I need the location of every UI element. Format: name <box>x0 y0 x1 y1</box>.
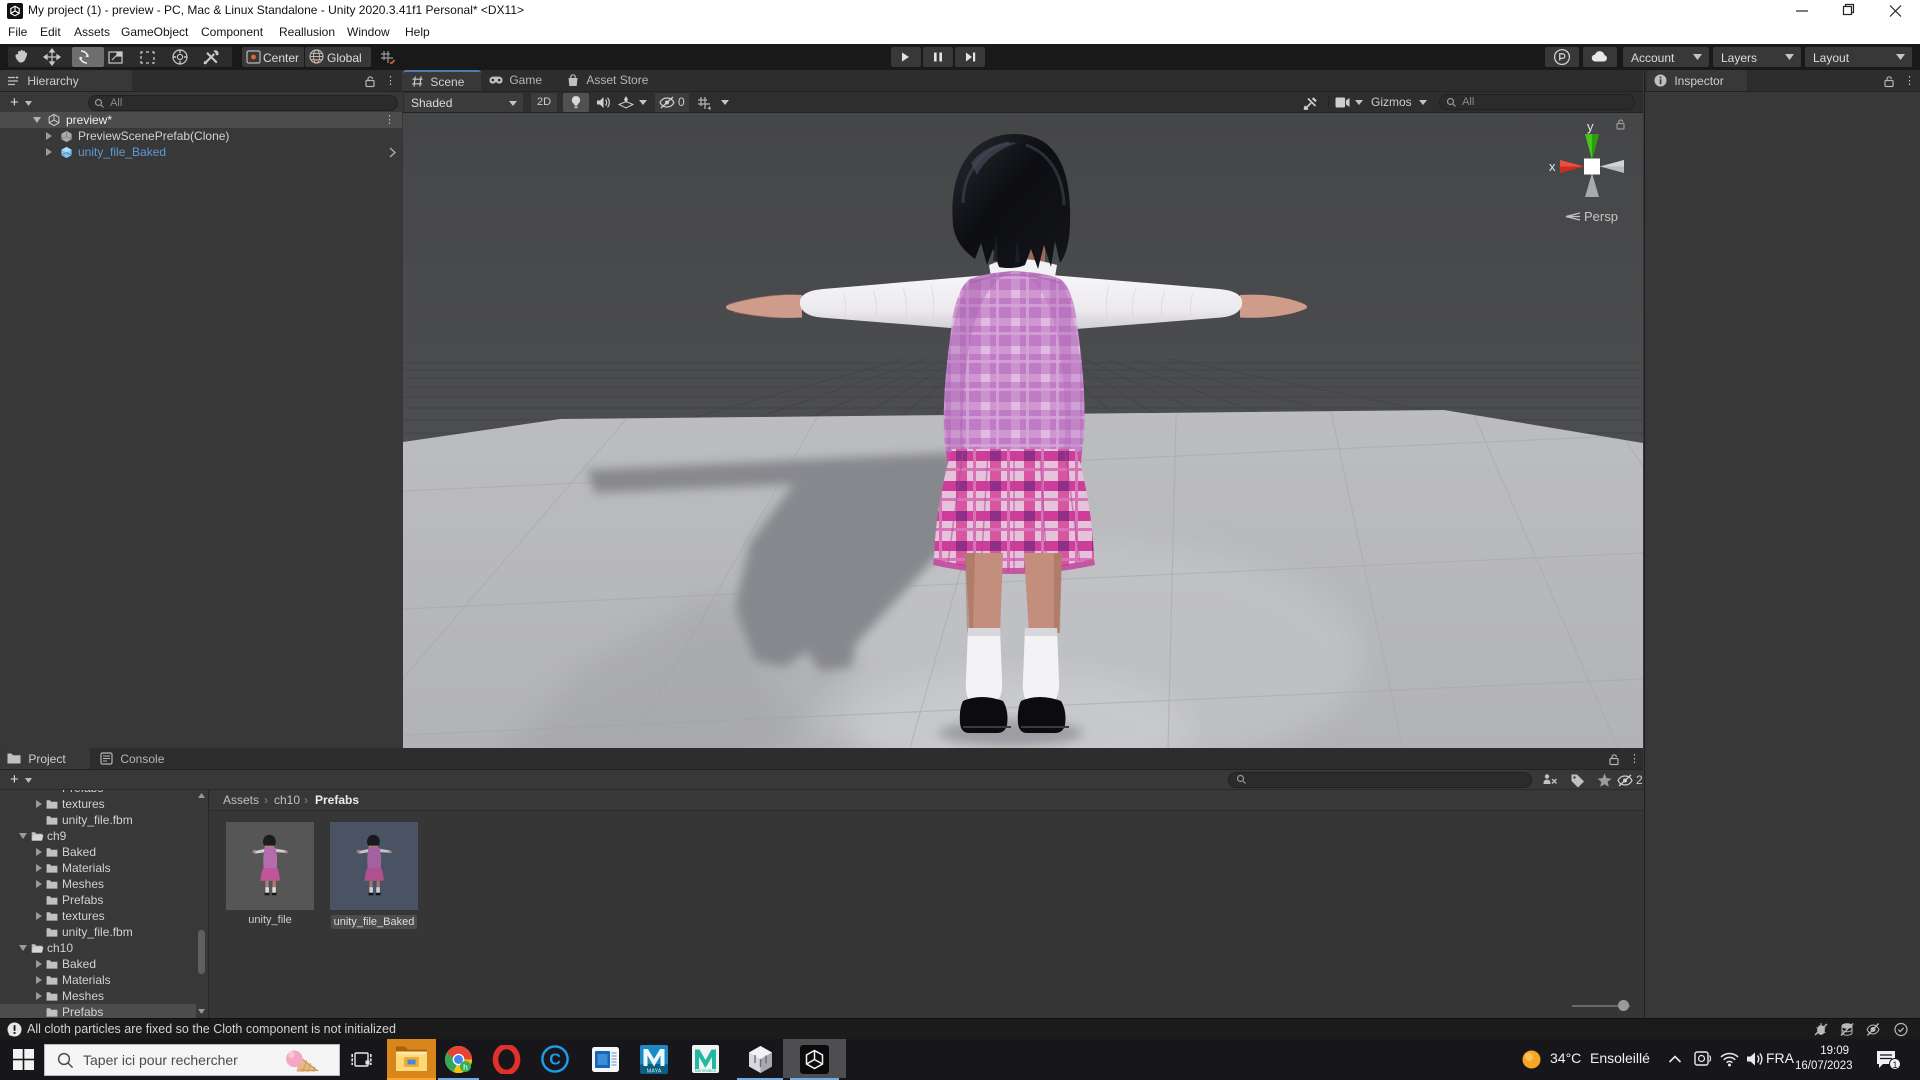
svg-text:x: x <box>1549 159 1556 174</box>
svg-text:y: y <box>1587 119 1594 134</box>
svg-text:C: C <box>549 1052 561 1069</box>
svg-text:1: 1 <box>1892 1060 1897 1070</box>
svg-text:Persp: Persp <box>1584 209 1618 224</box>
svg-text:twinmotion: twinmotion <box>695 1068 717 1073</box>
svg-text:MAYA: MAYA <box>647 1069 662 1075</box>
svg-text:h: h <box>463 1062 468 1072</box>
